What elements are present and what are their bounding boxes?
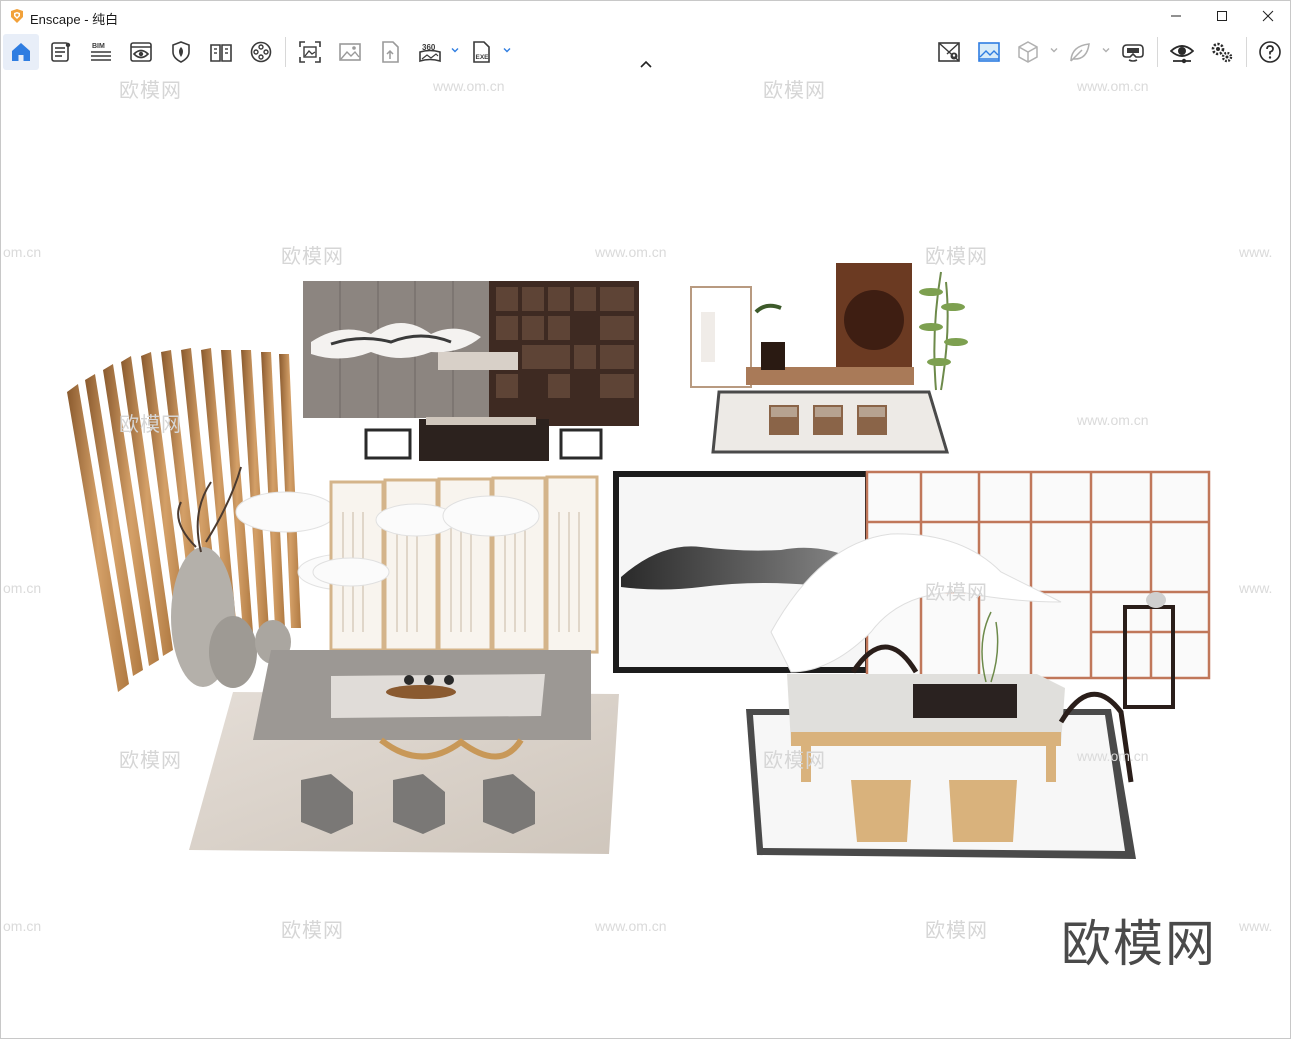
panorama-button[interactable]: 360 <box>412 34 448 70</box>
minimize-icon <box>1171 15 1181 17</box>
watermark-url: om.cn <box>3 244 42 260</box>
asset-library-button[interactable] <box>163 34 199 70</box>
help-button[interactable] <box>1252 34 1288 70</box>
watermark-url: www.om.cn <box>595 244 667 260</box>
close-icon <box>1262 10 1274 22</box>
help-icon <box>1259 41 1281 63</box>
image-icon <box>339 43 361 61</box>
watermark-url: www.om.cn <box>595 918 667 934</box>
bim-button[interactable]: BIM <box>83 34 119 70</box>
vr-headset-icon <box>1122 44 1144 62</box>
watermark-text: 欧模网 <box>763 80 826 102</box>
brand-watermark: 欧模网 <box>1061 915 1217 973</box>
export-dropdown-chevron-icon[interactable] <box>502 45 512 55</box>
document-list-button[interactable] <box>43 34 79 70</box>
exe-export-icon: EXE <box>473 41 490 63</box>
tea-room-set-2 <box>690 263 968 454</box>
maximize-button[interactable] <box>1199 1 1245 31</box>
screenshot-icon <box>299 41 321 63</box>
tea-room-set-1 <box>303 281 639 461</box>
watermark-text: 欧模网 <box>763 750 826 772</box>
visual-settings-button[interactable] <box>1164 34 1200 70</box>
watermark-url: www.om.cn <box>1077 412 1149 428</box>
collapse-toolbar-chevron-icon[interactable] <box>638 59 654 71</box>
gears-icon <box>1211 42 1233 63</box>
watermark-text: 欧模网 <box>281 246 344 268</box>
maximize-icon <box>1217 11 1227 21</box>
view-button[interactable] <box>123 34 159 70</box>
document-list-icon <box>51 42 71 62</box>
cube-dropdown-chevron-icon[interactable] <box>1049 45 1059 55</box>
close-button[interactable] <box>1245 1 1291 31</box>
toolbar-separator <box>285 37 286 67</box>
cube-button[interactable] <box>1010 34 1046 70</box>
screenshot-button[interactable] <box>292 34 328 70</box>
book-button[interactable] <box>203 34 239 70</box>
leaf-dropdown-chevron-icon[interactable] <box>1101 45 1111 55</box>
watermark-url: www. <box>1239 244 1273 260</box>
watermark-url: www. <box>1239 580 1273 596</box>
render-viewport[interactable]: 欧模网 www.om.cn 欧模网 www.om.cn om.cn 欧模网 ww… <box>1 72 1290 1038</box>
enscape-logo-icon <box>11 9 23 23</box>
home-button[interactable] <box>3 34 39 70</box>
atmosphere-icon <box>978 42 1000 62</box>
watermark-url: om.cn <box>3 918 42 934</box>
watermark-url: www.om.cn <box>1077 78 1149 94</box>
eye-view-icon <box>130 42 152 62</box>
landscape-tea-set <box>613 470 1211 859</box>
leaf-icon <box>1070 43 1090 62</box>
upload-file-icon <box>382 41 399 63</box>
map-button[interactable] <box>931 34 967 70</box>
home-icon <box>12 43 30 61</box>
svg-text:EXE: EXE <box>476 54 490 61</box>
upload-button[interactable] <box>372 34 408 70</box>
window-title: Enscape - 纯白 <box>30 12 119 27</box>
watermark-text: 欧模网 <box>925 920 988 942</box>
watermark-url: www. <box>1239 918 1273 934</box>
watermark-text: 欧模网 <box>925 246 988 268</box>
watermark-url: om.cn <box>3 580 42 596</box>
film-reel-icon <box>250 41 272 63</box>
panorama-360-icon: 360 <box>419 43 441 63</box>
watermark-text: 欧模网 <box>925 582 988 604</box>
minimize-button[interactable] <box>1153 1 1199 31</box>
watermark-text: 欧模网 <box>119 750 182 772</box>
svg-text:BIM: BIM <box>92 43 105 50</box>
map-pin-icon <box>938 42 960 62</box>
book-icon <box>210 44 232 62</box>
leaf-button[interactable] <box>1062 34 1098 70</box>
watermark-text: 欧模网 <box>119 414 182 436</box>
vr-button[interactable] <box>1115 34 1151 70</box>
title-bar[interactable]: Enscape - 纯白 <box>1 1 1290 31</box>
bim-icon: BIM <box>91 43 111 61</box>
watermark-text: 欧模网 <box>281 920 344 942</box>
cube-icon <box>1018 41 1038 63</box>
video-editor-button[interactable] <box>243 34 279 70</box>
toolbar-separator <box>1157 37 1158 67</box>
eye-settings-icon <box>1170 45 1194 64</box>
atmosphere-button[interactable] <box>971 34 1007 70</box>
panorama-dropdown-chevron-icon[interactable] <box>450 45 460 55</box>
toolbar-separator <box>1246 37 1247 67</box>
shield-leaf-icon <box>172 41 190 63</box>
watermark-url: www.om.cn <box>1077 748 1149 764</box>
settings-button[interactable] <box>1204 34 1240 70</box>
watermark-url: www.om.cn <box>433 78 505 94</box>
watermark-text: 欧模网 <box>119 80 182 102</box>
scene-render-image <box>67 263 1211 859</box>
exe-export-button[interactable]: EXE <box>464 34 500 70</box>
enscape-window: Enscape - 纯白 BIM 360 EXE 欧模网 www.om.cn 欧… <box>0 0 1291 1039</box>
batch-render-button[interactable] <box>332 34 368 70</box>
